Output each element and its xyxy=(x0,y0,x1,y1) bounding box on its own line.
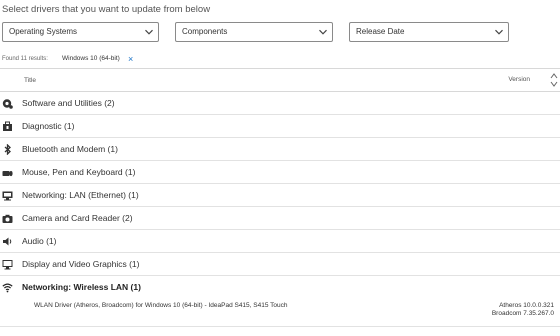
intro-text: Select drivers that you want to update f… xyxy=(2,4,211,15)
bluetooth-icon xyxy=(2,144,13,155)
category-row-diagnostic[interactable]: Diagnostic (1) xyxy=(0,115,560,138)
camera-icon xyxy=(2,213,13,224)
speaker-icon xyxy=(2,236,13,247)
category-row-audio[interactable]: Audio (1) xyxy=(0,230,560,253)
category-row-bluetooth[interactable]: Bluetooth and Modem (1) xyxy=(0,138,560,161)
category-label: Mouse, Pen and Keyboard (1) xyxy=(22,167,136,177)
category-label: Diagnostic (1) xyxy=(22,121,75,131)
category-row-camera[interactable]: Camera and Card Reader (2) xyxy=(0,207,560,230)
driver-row[interactable]: WLAN Driver (Atheros, Broadcom) for Wind… xyxy=(0,298,560,324)
display-icon xyxy=(2,259,13,270)
ethernet-icon xyxy=(2,190,13,201)
category-label: Bluetooth and Modem (1) xyxy=(22,144,118,154)
row-divider xyxy=(0,326,560,327)
category-row-software[interactable]: Software and Utilities (2) xyxy=(0,92,560,115)
driver-version-atheros: Atheros 10.0.0.321 xyxy=(499,302,554,309)
filter-chip-remove-button[interactable]: × xyxy=(128,54,133,64)
category-row-display[interactable]: Display and Video Graphics (1) xyxy=(0,253,560,276)
software-icon xyxy=(2,98,13,109)
category-label: Software and Utilities (2) xyxy=(22,98,115,108)
release-date-dropdown[interactable]: Release Date xyxy=(349,22,509,42)
filter-chip-label: Windows 10 (64-bit) xyxy=(62,55,120,62)
category-label: Networking: Wireless LAN (1) xyxy=(22,282,141,292)
components-dropdown-label: Components xyxy=(182,27,228,36)
driver-version-broadcom: Broadcom 7.35.267.0 xyxy=(491,310,554,317)
category-row-networking-lan[interactable]: Networking: LAN (Ethernet) (1) xyxy=(0,184,560,207)
chevron-down-icon xyxy=(144,27,154,37)
category-label: Display and Video Graphics (1) xyxy=(22,259,140,269)
diagnostic-icon xyxy=(2,121,13,132)
category-label: Camera and Card Reader (2) xyxy=(22,213,133,223)
results-count: Found 11 results: xyxy=(2,56,48,62)
operating-systems-dropdown-label: Operating Systems xyxy=(9,27,78,36)
sort-icon[interactable] xyxy=(550,71,558,89)
release-date-dropdown-label: Release Date xyxy=(356,27,405,36)
category-label: Audio (1) xyxy=(22,236,57,246)
category-label: Networking: LAN (Ethernet) (1) xyxy=(22,190,139,200)
wifi-icon xyxy=(2,282,13,293)
keyboard-icon xyxy=(2,167,13,178)
chevron-down-icon xyxy=(318,27,328,37)
driver-title-link[interactable]: WLAN Driver (Atheros, Broadcom) for Wind… xyxy=(34,302,288,309)
category-row-mouse-keyboard[interactable]: Mouse, Pen and Keyboard (1) xyxy=(0,161,560,184)
version-column-header[interactable]: Version xyxy=(508,76,530,83)
table-header: Title Version xyxy=(0,68,560,92)
operating-systems-dropdown[interactable]: Operating Systems xyxy=(2,22,159,42)
filter-bar: Operating Systems Components Release Dat… xyxy=(2,22,558,42)
components-dropdown[interactable]: Components xyxy=(175,22,333,42)
category-row-wireless-lan[interactable]: Networking: Wireless LAN (1) xyxy=(0,276,560,299)
chevron-down-icon xyxy=(494,27,504,37)
title-column-header[interactable]: Title xyxy=(24,77,36,84)
